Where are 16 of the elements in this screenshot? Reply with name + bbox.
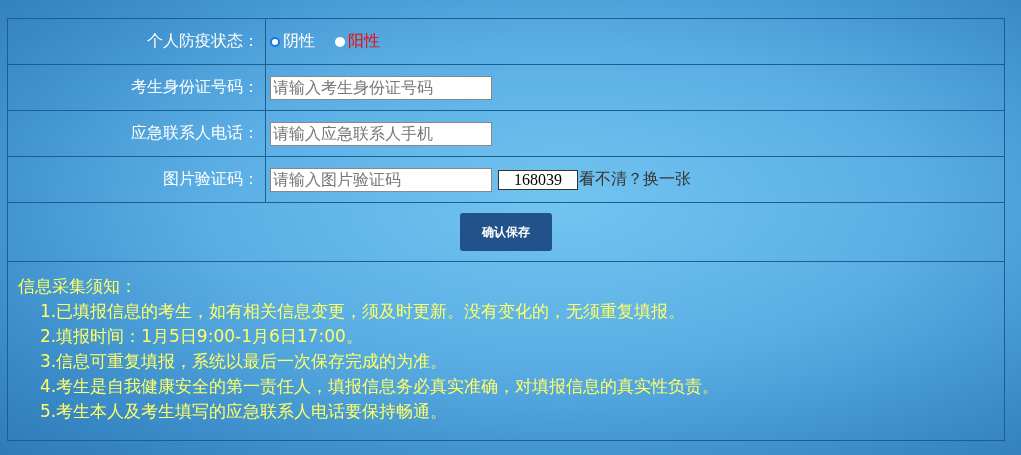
input-field[interactable]: 请输入图片验证码 [270,167,492,192]
notice-item: 3.信息可重复填报，系统以最后一次保存完成的为准。 [40,351,448,371]
refresh-link[interactable]: 看不清？换一张 [579,169,691,190]
captcha-image: 168039 [498,169,578,190]
input-field[interactable]: 请输入考生身份证号码 [270,75,492,100]
notice-item: 5.考生本人及考生填写的应急联系人电话要保持畅通。 [40,401,448,421]
notice-item: 4.考生是自我健康安全的第一责任人，填报信息务必真实准确，对填报信息的真实性负责。 [40,376,720,396]
notice-item: 2.填报时间：1月5日9:00-1月6日17:00。 [40,326,363,346]
notice-item: 1.已填报信息的考生，如有相关信息变更，须及时更新。没有变化的，无须重复填报。 [40,301,686,321]
field-label: 个人防疫状态： [147,31,259,52]
input-field[interactable]: 请输入应急联系人手机 [270,121,492,146]
notice-title: 信息采集须知： [18,275,138,298]
field-label: 考生身份证号码： [131,77,259,98]
field-label: 图片验证码： [163,169,259,190]
field-label: 应急联系人电话： [131,123,259,144]
save-button[interactable]: 确认保存 [460,213,552,251]
